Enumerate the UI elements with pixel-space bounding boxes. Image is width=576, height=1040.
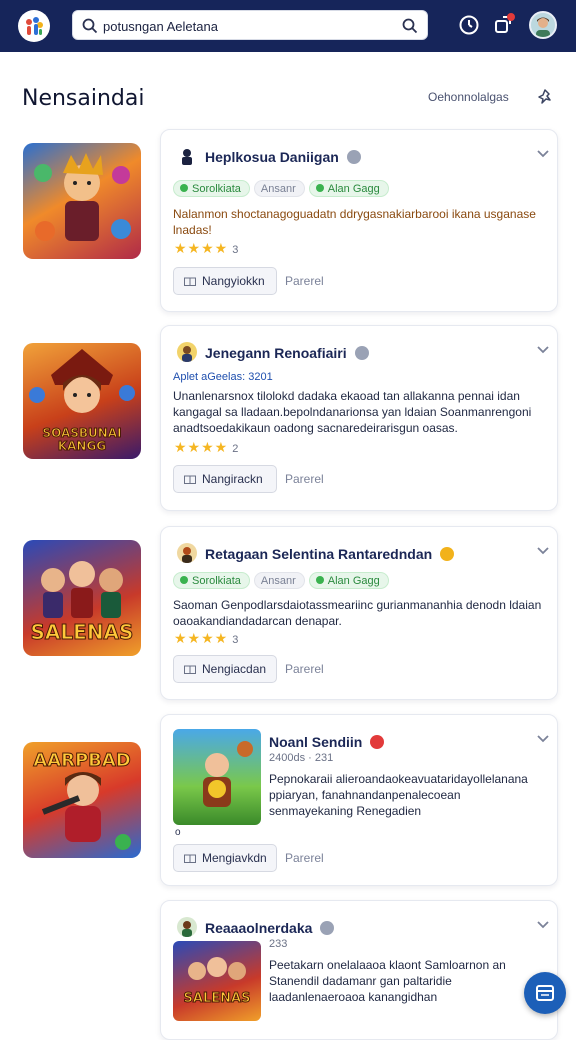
card-description: Peetakarn onelalaaoa klaont Samloarnon a… [269, 958, 506, 1004]
verified-icon [346, 150, 361, 164]
star-rating: ★★★★ 2 [174, 439, 239, 455]
download-button[interactable]: Nangirackn [173, 465, 277, 493]
publisher-icon [177, 917, 197, 937]
chevron-down-icon[interactable] [535, 731, 551, 747]
secondary-link[interactable]: Parerel [285, 844, 324, 872]
card-description: Saoman Genpodlarsdaiotassmeariinc gurian… [173, 598, 542, 628]
game-thumbnail[interactable]: SOASBUNAI KANGG [23, 343, 141, 459]
chevron-down-icon[interactable] [535, 543, 551, 559]
game-preview-image[interactable] [173, 729, 261, 825]
search-input[interactable] [103, 16, 393, 36]
tag[interactable]: Ansanr [253, 180, 305, 197]
game-thumbnail[interactable]: AARPBAD [23, 742, 141, 858]
publisher-icon [177, 543, 197, 563]
floating-action-button[interactable] [524, 972, 566, 1014]
card-title[interactable]: Retagaan Selentina Rantaredndan [205, 546, 455, 562]
thumbnail-title: SOASBUNAI KANGG [42, 426, 122, 453]
download-button[interactable]: Nengiacdan [173, 655, 277, 683]
tag[interactable]: Alan Gagg [308, 180, 389, 197]
card-extra: o [175, 827, 181, 838]
download-button[interactable]: Mengiavkdn [173, 844, 277, 872]
card-title[interactable]: Noanl Sendiin [269, 734, 385, 750]
search-icon [82, 18, 98, 34]
tag-row: Sorolkiata Ansanr Alan Gagg [173, 180, 393, 198]
publisher-icon [177, 146, 197, 166]
game-preview-image[interactable]: SALENAS [173, 941, 261, 1021]
thumbnail-title: SALENAS [30, 620, 134, 645]
card-title[interactable]: Heplkosua Daniigan [205, 149, 361, 165]
card-title[interactable]: Jenegann Renoafiairi [205, 345, 369, 361]
package-icon [184, 277, 196, 286]
publisher-icon [177, 342, 197, 362]
card-title[interactable]: Reaaaolnerdaka [205, 920, 335, 936]
tag[interactable]: Alan Gagg [308, 572, 389, 589]
game-thumbnail[interactable] [23, 143, 141, 259]
card-description: Unanlenarsnox tilolokd dadaka ekaoad tan… [173, 389, 532, 435]
card-subtitle: Aplet aGeelas: 3201 [173, 371, 273, 383]
emoji-icon [440, 547, 455, 561]
verified-icon [320, 921, 335, 935]
card-description: Pepnokaraii alieroandaokeavuataridayolle… [269, 772, 528, 818]
tag[interactable]: Ansanr [253, 572, 305, 589]
verified-icon [370, 735, 385, 749]
card-meta: 233 [269, 938, 288, 950]
secondary-link[interactable]: Parerel [285, 655, 324, 683]
notification-badge [507, 13, 515, 21]
package-icon [184, 475, 196, 484]
chevron-down-icon[interactable] [535, 917, 551, 933]
chevron-down-icon[interactable] [535, 146, 551, 162]
preview-title: SALENAS [183, 991, 251, 1007]
game-card[interactable]: Reaaaolnerdaka 233 SALENAS Peetakarn one… [160, 900, 558, 1040]
header-link[interactable]: Oehonnolalgas [428, 90, 509, 104]
game-card[interactable]: Noanl Sendiin 2400ds · 231 Pepnokaraii a… [160, 714, 558, 886]
game-card[interactable]: Retagaan Selentina Rantaredndan Sorolkia… [160, 526, 558, 700]
tag[interactable]: Sorolkiata [173, 572, 250, 589]
search-bar[interactable] [72, 10, 428, 40]
card-description: Nalanmon shoctanagoguadatn ddrygasnakiar… [173, 207, 536, 237]
app-logo-icon[interactable] [18, 10, 50, 42]
verified-icon [354, 346, 369, 360]
game-card[interactable]: Heplkosua Daniigan Sorolkiata Ansanr Alan … [160, 129, 558, 312]
top-bar [0, 0, 576, 52]
tag-row: Sorolkiata Ansanr Alan Gagg [173, 572, 393, 590]
pin-icon[interactable] [536, 88, 554, 106]
game-thumbnail[interactable]: SALENAS [23, 540, 141, 656]
download-button[interactable]: Nangyiokkn [173, 267, 277, 295]
card-meta: 2400ds · 231 [269, 752, 334, 764]
user-avatar[interactable] [529, 11, 557, 39]
star-rating: ★★★★ 3 [174, 240, 239, 256]
package-icon [184, 854, 196, 863]
star-rating: ★★★★ 3 [174, 630, 239, 646]
chevron-down-icon[interactable] [535, 342, 551, 358]
tag[interactable]: Sorolkiata [173, 180, 250, 197]
game-card[interactable]: Jenegann Renoafiairi Aplet aGeelas: 3201… [160, 325, 558, 511]
secondary-link[interactable]: Parerel [285, 267, 324, 295]
calendar-icon [536, 985, 554, 1001]
clock-icon[interactable] [457, 13, 481, 37]
thumbnail-title: AARPBAD [33, 750, 132, 772]
page-title: Nensaindai [22, 86, 145, 111]
search-submit-icon[interactable] [401, 17, 419, 35]
package-icon [184, 665, 196, 674]
secondary-link[interactable]: Parerel [285, 465, 324, 493]
